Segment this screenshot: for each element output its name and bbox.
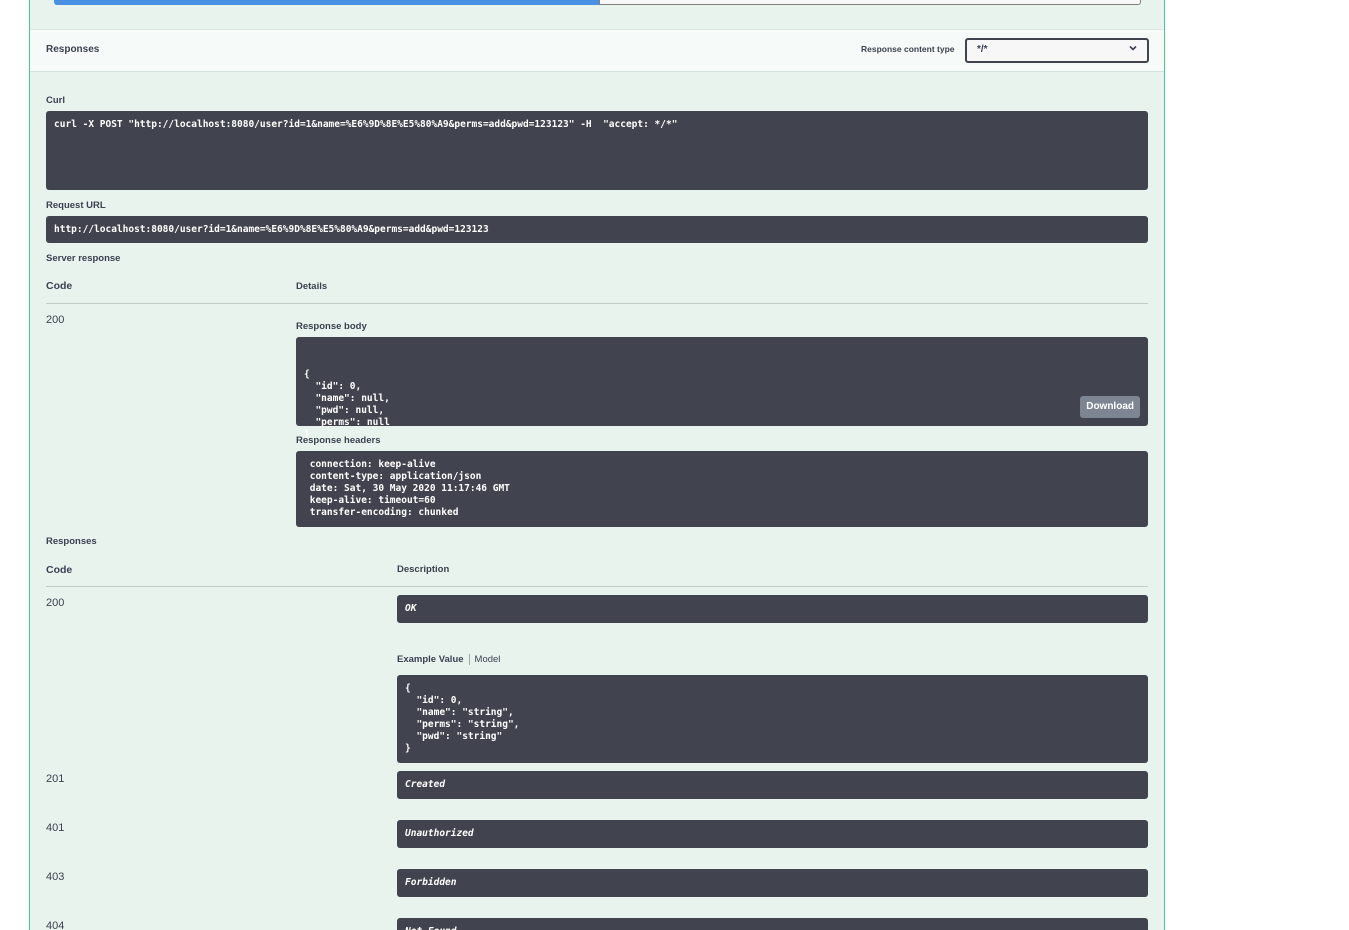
- server-response-code: 200: [46, 314, 65, 326]
- responses-code-header: Code: [46, 564, 73, 576]
- response-content-type-value: */*: [977, 44, 988, 55]
- divider: [46, 303, 1148, 304]
- responses-description-header: Description: [397, 564, 450, 575]
- response-code-404: 404: [46, 920, 65, 930]
- chevron-down-icon: [1128, 43, 1138, 56]
- request-url-value[interactable]: http://localhost:8080/user?id=1&name=%E6…: [46, 216, 1148, 243]
- response-description-404: Not Found: [397, 918, 1148, 930]
- response-code-201: 201: [46, 773, 65, 785]
- response-body[interactable]: { "id": 0, "name": null, "pwd": null, "p…: [296, 337, 1148, 440]
- response-code-200: 200: [46, 597, 65, 609]
- server-response-label: Server response: [46, 253, 121, 264]
- responses-title: Responses: [46, 44, 100, 55]
- download-button[interactable]: Download: [1080, 396, 1140, 418]
- response-description-401: Unauthorized: [397, 820, 1148, 848]
- response-content-type-label: Response content type: [861, 44, 955, 54]
- curl-command[interactable]: curl -X POST "http://localhost:8080/user…: [46, 111, 1148, 190]
- clear-button-edge[interactable]: [599, 0, 1141, 5]
- responses-list-title: Responses: [46, 536, 97, 547]
- response-body-text: { "id": 0, "name": null, "pwd": null, "p…: [304, 369, 390, 440]
- operation-panel: Responses Response content type */* Curl…: [29, 0, 1165, 930]
- response-headers[interactable]: connection: keep-alive content-type: app…: [296, 451, 1148, 527]
- response-body-label: Response body: [296, 321, 367, 332]
- example-model-tabs: Example Value Model: [397, 654, 500, 665]
- response-content-type-select[interactable]: */*: [965, 38, 1149, 63]
- tab-model[interactable]: Model: [470, 654, 501, 665]
- request-url-label: Request URL: [46, 200, 106, 211]
- server-response-details-header: Details: [296, 281, 328, 292]
- divider: [46, 586, 1148, 587]
- server-response-code-header: Code: [46, 280, 73, 292]
- response-headers-label: Response headers: [296, 435, 381, 446]
- tab-example-value[interactable]: Example Value: [397, 654, 470, 665]
- response-description-403: Forbidden: [397, 869, 1148, 897]
- response-code-403: 403: [46, 871, 65, 883]
- response-description-201: Created: [397, 771, 1148, 799]
- example-value-code[interactable]: { "id": 0, "name": "string", "perms": "s…: [397, 675, 1148, 763]
- response-code-401: 401: [46, 822, 65, 834]
- response-description-200: OK: [397, 595, 1148, 623]
- curl-label: Curl: [46, 95, 65, 106]
- execute-button-edge[interactable]: [54, 0, 599, 5]
- responses-header: Responses Response content type */*: [30, 29, 1164, 72]
